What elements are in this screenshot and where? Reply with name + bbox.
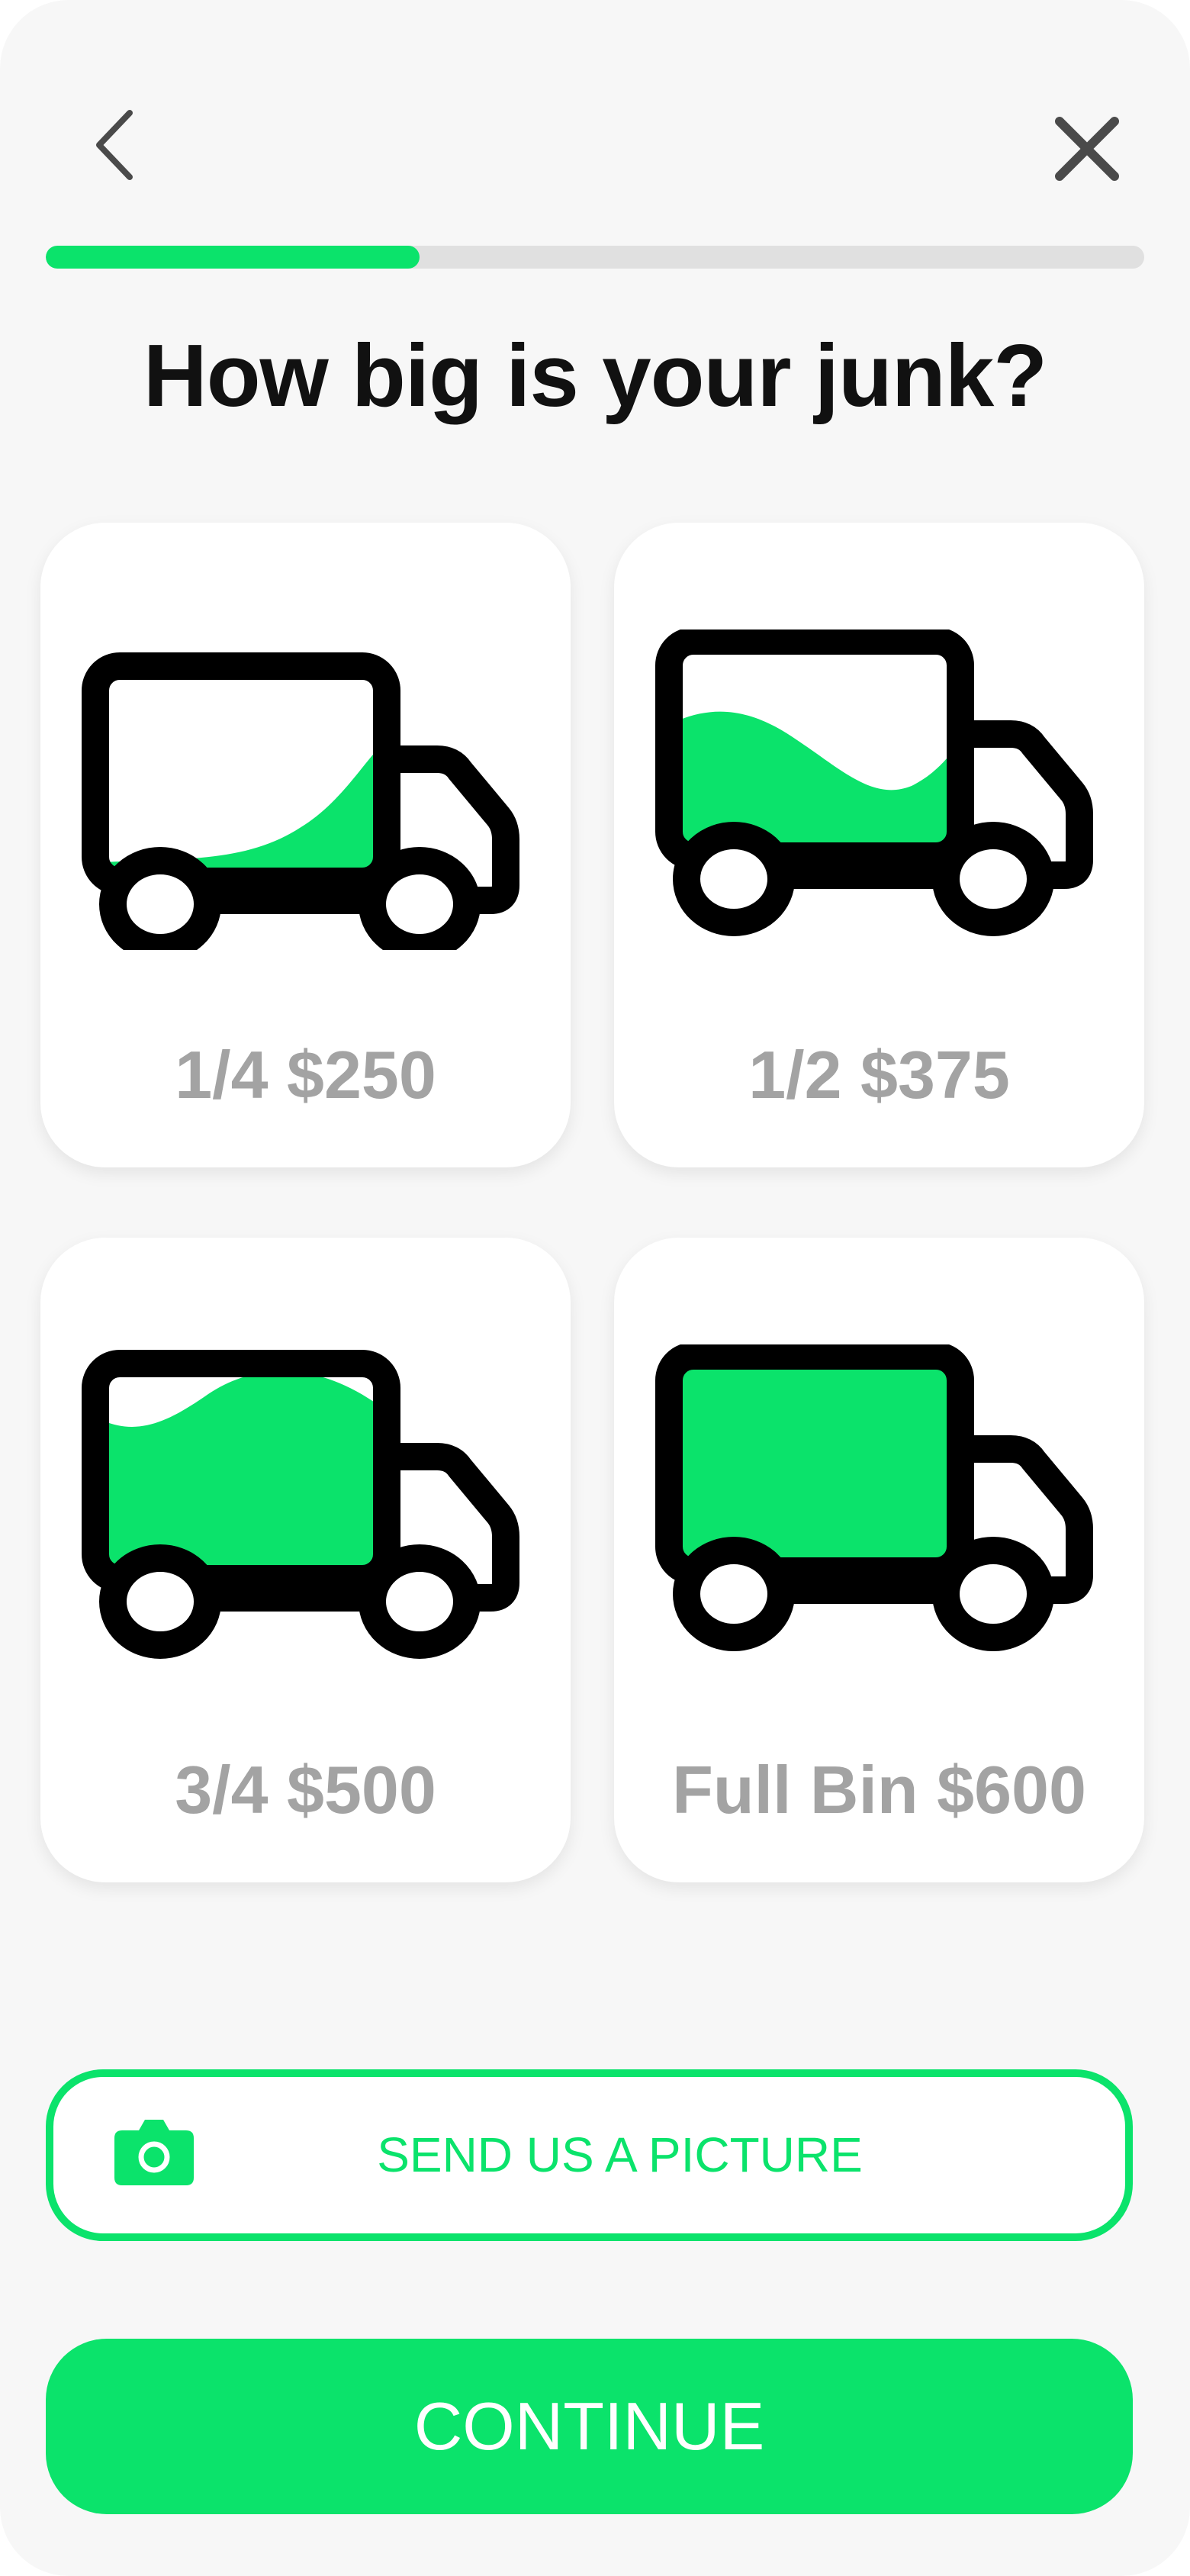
- back-button[interactable]: [76, 99, 153, 191]
- progress-bar: [46, 246, 1144, 269]
- continue-button[interactable]: CONTINUE: [46, 2339, 1133, 2514]
- size-option-label: Full Bin $600: [672, 1752, 1086, 1827]
- size-option-label: 1/2 $375: [748, 1037, 1010, 1113]
- chevron-left-icon: [96, 110, 133, 180]
- size-option-quarter[interactable]: 1/4 $250: [40, 523, 571, 1167]
- screen: How big is your junk? 1/4 $250 1/2 $375 …: [0, 0, 1190, 2576]
- size-option-label: 3/4 $500: [175, 1752, 436, 1827]
- close-icon: [1055, 117, 1119, 181]
- send-picture-label: SEND US A PICTURE: [377, 2127, 863, 2182]
- size-option-half[interactable]: 1/2 $375: [614, 523, 1144, 1167]
- close-button[interactable]: [1045, 107, 1129, 191]
- truck-three-quarter-icon: [82, 1350, 519, 1659]
- progress-bar-fill: [46, 246, 420, 269]
- size-option-label: 1/4 $250: [175, 1037, 436, 1113]
- send-picture-button[interactable]: SEND US A PICTURE: [46, 2069, 1133, 2241]
- size-option-full[interactable]: Full Bin $600: [614, 1238, 1144, 1882]
- truck-quarter-icon: [82, 652, 519, 950]
- size-option-three-quarter[interactable]: 3/4 $500: [40, 1238, 571, 1882]
- page-title: How big is your junk?: [143, 326, 1047, 425]
- truck-full-icon: [655, 1344, 1093, 1651]
- truck-half-icon: [655, 630, 1093, 936]
